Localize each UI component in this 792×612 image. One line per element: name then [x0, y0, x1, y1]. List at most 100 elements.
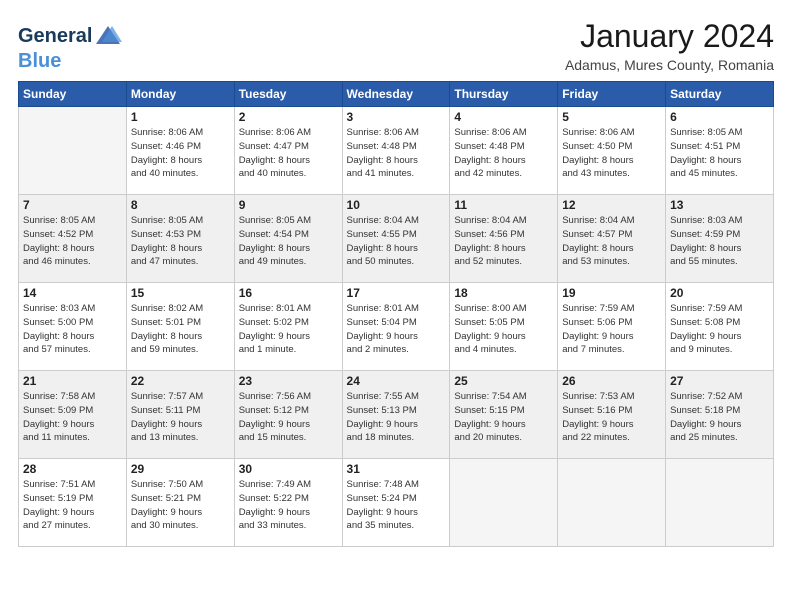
day-number: 5 [562, 110, 661, 124]
table-row: 2Sunrise: 8:06 AMSunset: 4:47 PMDaylight… [234, 107, 342, 195]
table-row: 8Sunrise: 8:05 AMSunset: 4:53 PMDaylight… [126, 195, 234, 283]
day-number: 15 [131, 286, 230, 300]
page: General Blue January 2024 Adamus, Mures … [0, 0, 792, 612]
table-row: 30 Sunrise: 7:49 AMSunset: 5:22 PMDayligh… [234, 459, 342, 547]
day-number: 22 [131, 374, 230, 388]
day-info: Sunrise: 8:05 AMSunset: 4:52 PMDaylight:… [23, 214, 122, 269]
day-info: Sunrise: 7:51 AMSunset: 5:19 PMDaylight:… [23, 478, 122, 533]
calendar-week-row: 28 Sunrise: 7:51 AMSunset: 5:19 PMDayligh… [19, 459, 774, 547]
day-info: Sunrise: 8:04 AMSunset: 4:55 PMDaylight:… [347, 214, 446, 269]
day-info: Sunrise: 8:01 AMSunset: 5:02 PMDaylight:… [239, 302, 338, 357]
day-info: Sunrise: 7:49 AMSunset: 5:22 PMDaylight:… [239, 478, 338, 533]
day-number: 11 [454, 198, 553, 212]
table-row: 23 Sunrise: 7:56 AMSunset: 5:12 PMDayligh… [234, 371, 342, 459]
day-number: 13 [670, 198, 769, 212]
header-thursday: Thursday [450, 82, 558, 107]
table-row: 26 Sunrise: 7:53 AMSunset: 5:16 PMDayligh… [558, 371, 666, 459]
table-row: 17Sunrise: 8:01 AMSunset: 5:04 PMDayligh… [342, 283, 450, 371]
day-info: Sunrise: 7:48 AMSunset: 5:24 PMDaylight:… [347, 478, 446, 533]
day-info: Sunrise: 7:59 AMSunset: 5:06 PMDaylight:… [562, 302, 661, 357]
day-number: 31 [347, 462, 446, 476]
day-number: 3 [347, 110, 446, 124]
day-number: 16 [239, 286, 338, 300]
calendar-week-row: 21 Sunrise: 7:58 AMSunset: 5:09 PMDayligh… [19, 371, 774, 459]
day-info: Sunrise: 7:57 AMSunset: 5:11 PMDaylight:… [131, 390, 230, 445]
day-info: Sunrise: 8:05 AMSunset: 4:51 PMDaylight:… [670, 126, 769, 181]
day-info: Sunrise: 7:50 AMSunset: 5:21 PMDaylight:… [131, 478, 230, 533]
table-row: 21 Sunrise: 7:58 AMSunset: 5:09 PMDayligh… [19, 371, 127, 459]
day-number: 7 [23, 198, 122, 212]
header: General Blue January 2024 Adamus, Mures … [18, 18, 774, 73]
day-info: Sunrise: 8:06 AMSunset: 4:48 PMDaylight:… [347, 126, 446, 181]
day-number: 2 [239, 110, 338, 124]
day-number: 21 [23, 374, 122, 388]
table-row: 22 Sunrise: 7:57 AMSunset: 5:11 PMDayligh… [126, 371, 234, 459]
table-row: 6 Sunrise: 8:05 AMSunset: 4:51 PMDaylight… [666, 107, 774, 195]
day-number: 27 [670, 374, 769, 388]
header-friday: Friday [558, 82, 666, 107]
table-row: 19Sunrise: 7:59 AMSunset: 5:06 PMDayligh… [558, 283, 666, 371]
header-monday: Monday [126, 82, 234, 107]
table-row [19, 107, 127, 195]
table-row: 24 Sunrise: 7:55 AMSunset: 5:13 PMDayligh… [342, 371, 450, 459]
day-info: Sunrise: 7:52 AMSunset: 5:18 PMDaylight:… [670, 390, 769, 445]
table-row: 12Sunrise: 8:04 AMSunset: 4:57 PMDayligh… [558, 195, 666, 283]
header-tuesday: Tuesday [234, 82, 342, 107]
day-number: 23 [239, 374, 338, 388]
day-number: 24 [347, 374, 446, 388]
day-number: 26 [562, 374, 661, 388]
table-row: 18 Sunrise: 8:00 AMSunset: 5:05 PMDayligh… [450, 283, 558, 371]
header-sunday: Sunday [19, 82, 127, 107]
day-info: Sunrise: 8:06 AMSunset: 4:48 PMDaylight:… [454, 126, 553, 181]
table-row: 31 Sunrise: 7:48 AMSunset: 5:24 PMDayligh… [342, 459, 450, 547]
table-row: 10Sunrise: 8:04 AMSunset: 4:55 PMDayligh… [342, 195, 450, 283]
day-number: 8 [131, 198, 230, 212]
table-row: 15Sunrise: 8:02 AMSunset: 5:01 PMDayligh… [126, 283, 234, 371]
header-saturday: Saturday [666, 82, 774, 107]
day-number: 14 [23, 286, 122, 300]
calendar-header-row: Sunday Monday Tuesday Wednesday Thursday… [19, 82, 774, 107]
day-info: Sunrise: 8:06 AMSunset: 4:46 PMDaylight:… [131, 126, 230, 181]
logo-text-line2: Blue [18, 50, 122, 72]
day-number: 28 [23, 462, 122, 476]
table-row: 16 Sunrise: 8:01 AMSunset: 5:02 PMDayligh… [234, 283, 342, 371]
logo: General Blue [18, 22, 122, 72]
day-number: 29 [131, 462, 230, 476]
day-info: Sunrise: 7:54 AMSunset: 5:15 PMDaylight:… [454, 390, 553, 445]
day-number: 4 [454, 110, 553, 124]
day-info: Sunrise: 8:06 AMSunset: 4:50 PMDaylight:… [562, 126, 661, 181]
day-number: 9 [239, 198, 338, 212]
day-info: Sunrise: 7:55 AMSunset: 5:13 PMDaylight:… [347, 390, 446, 445]
table-row: 13 Sunrise: 8:03 AMSunset: 4:59 PMDayligh… [666, 195, 774, 283]
table-row: 4 Sunrise: 8:06 AMSunset: 4:48 PMDaylight… [450, 107, 558, 195]
day-info: Sunrise: 7:58 AMSunset: 5:09 PMDaylight:… [23, 390, 122, 445]
calendar-week-row: 14Sunrise: 8:03 AMSunset: 5:00 PMDayligh… [19, 283, 774, 371]
table-row: 28 Sunrise: 7:51 AMSunset: 5:19 PMDayligh… [19, 459, 127, 547]
table-row: 14Sunrise: 8:03 AMSunset: 5:00 PMDayligh… [19, 283, 127, 371]
day-number: 18 [454, 286, 553, 300]
day-info: Sunrise: 8:05 AMSunset: 4:54 PMDaylight:… [239, 214, 338, 269]
calendar: Sunday Monday Tuesday Wednesday Thursday… [18, 81, 774, 547]
day-number: 6 [670, 110, 769, 124]
day-number: 20 [670, 286, 769, 300]
day-info: Sunrise: 7:53 AMSunset: 5:16 PMDaylight:… [562, 390, 661, 445]
logo-text-line1: General [18, 25, 92, 47]
table-row: 29 Sunrise: 7:50 AMSunset: 5:21 PMDayligh… [126, 459, 234, 547]
table-row [666, 459, 774, 547]
table-row: 9 Sunrise: 8:05 AMSunset: 4:54 PMDaylight… [234, 195, 342, 283]
day-info: Sunrise: 8:00 AMSunset: 5:05 PMDaylight:… [454, 302, 553, 357]
calendar-week-row: 7 Sunrise: 8:05 AMSunset: 4:52 PMDaylight… [19, 195, 774, 283]
day-number: 25 [454, 374, 553, 388]
day-info: Sunrise: 8:04 AMSunset: 4:57 PMDaylight:… [562, 214, 661, 269]
table-row: 25 Sunrise: 7:54 AMSunset: 5:15 PMDayligh… [450, 371, 558, 459]
table-row: 11 Sunrise: 8:04 AMSunset: 4:56 PMDayligh… [450, 195, 558, 283]
header-wednesday: Wednesday [342, 82, 450, 107]
table-row: 1Sunrise: 8:06 AMSunset: 4:46 PMDaylight… [126, 107, 234, 195]
day-info: Sunrise: 7:56 AMSunset: 5:12 PMDaylight:… [239, 390, 338, 445]
day-number: 30 [239, 462, 338, 476]
day-info: Sunrise: 8:04 AMSunset: 4:56 PMDaylight:… [454, 214, 553, 269]
table-row [450, 459, 558, 547]
day-info: Sunrise: 8:03 AMSunset: 4:59 PMDaylight:… [670, 214, 769, 269]
calendar-week-row: 1Sunrise: 8:06 AMSunset: 4:46 PMDaylight… [19, 107, 774, 195]
table-row [558, 459, 666, 547]
